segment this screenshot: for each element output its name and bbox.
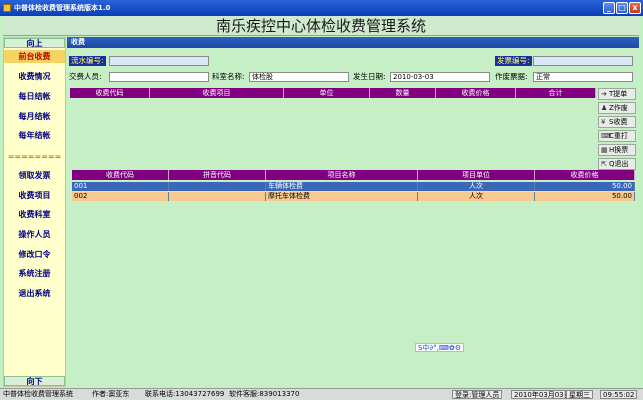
- status-login: 登录:管理人员: [452, 390, 503, 399]
- charge-button[interactable]: ¥ S收费: [598, 116, 636, 128]
- close-button[interactable]: x: [629, 2, 641, 14]
- status-bar: 中普体检收费管理系统 作者:窦亚东 联系电话:13043727699 软件客服:…: [0, 388, 643, 399]
- status-date: 2010年03月03日: [511, 390, 574, 399]
- sidebar-item-invoice[interactable]: 领取发票: [4, 169, 65, 182]
- item-col-name[interactable]: 项目名称: [266, 170, 418, 180]
- sidebar: 向上 ☞ 前台收费 收费情况 每日结帐 每月结帐 每年结帐 ======== 领…: [3, 37, 66, 387]
- panel-title: 收费: [67, 37, 639, 48]
- sidebar-item-operators[interactable]: 操作人员: [4, 228, 65, 241]
- fee-grid-header: 收费代码 收费项目 单位 数量 收费价格 合计: [70, 88, 596, 98]
- dept-field[interactable]: 体检股: [249, 72, 349, 82]
- bill-button[interactable]: ➔ T提单: [598, 88, 636, 100]
- change-ticket-icon: ▦: [601, 146, 608, 154]
- sidebar-item-password[interactable]: 修改口令: [4, 248, 65, 261]
- item-col-pinyin[interactable]: 拼音代码: [169, 170, 266, 180]
- maximize-button[interactable]: □: [616, 2, 628, 14]
- table-row[interactable]: 002 摩托车体检费 人次 50.00: [72, 192, 635, 201]
- table-row[interactable]: 001 车辆体检费 人次 50.00: [72, 182, 635, 191]
- window-titlebar: 中普体检收费管理系统版本1.0 _ □ x: [0, 0, 643, 16]
- app-icon: [3, 4, 11, 12]
- item-col-code[interactable]: 收费代码: [72, 170, 169, 180]
- serial-label: 流水编号:: [69, 56, 106, 66]
- item-pinyin: [169, 182, 266, 191]
- reprint-button[interactable]: ⌨C重打: [598, 130, 636, 142]
- void-button-label: Z作废: [609, 104, 628, 112]
- status-author: 作者:窦亚东: [92, 390, 130, 398]
- item-col-price[interactable]: 收费价格: [535, 170, 635, 180]
- fee-col-code[interactable]: 收费代码: [70, 88, 150, 98]
- status-weekday: 星期三: [566, 390, 593, 399]
- sidebar-item-daily[interactable]: 每日结帐: [4, 90, 65, 103]
- sidebar-item-fee-items[interactable]: 收费项目: [4, 189, 65, 202]
- item-price: 50.00: [535, 192, 635, 201]
- dept-label: 科室名称:: [212, 72, 245, 81]
- status-system-name: 中普体检收费管理系统: [3, 390, 73, 398]
- item-name: 车辆体检费: [266, 182, 418, 191]
- change-ticket-button-label: H换票: [609, 146, 629, 154]
- status-phone: 联系电话:13043727699: [145, 390, 225, 398]
- sidebar-down-button[interactable]: 向下: [4, 376, 65, 386]
- serial-field[interactable]: [109, 56, 209, 66]
- main-panel: 收费 流水编号: 发票编号: 交费人员: 科室名称: 体检股 发生日期: 201…: [67, 37, 639, 387]
- sidebar-item-monthly[interactable]: 每月结帐: [4, 110, 65, 123]
- invoice-label: 发票编号:: [495, 56, 532, 66]
- item-code: 001: [72, 182, 169, 191]
- fee-grid-body[interactable]: [70, 98, 596, 164]
- item-unit: 人次: [418, 192, 535, 201]
- date-field[interactable]: 2010-03-03: [390, 72, 490, 82]
- charge-icon: ¥: [601, 118, 606, 126]
- reprint-button-label: C重打: [609, 132, 628, 140]
- app-banner-title: 南乐疾控中心体检收费管理系统: [3, 16, 639, 36]
- change-ticket-button[interactable]: ▦H换票: [598, 144, 636, 156]
- reprint-icon: ⌨: [601, 132, 612, 140]
- window-title: 中普体检收费管理系统版本1.0: [14, 4, 111, 12]
- charge-button-label: S收费: [609, 118, 628, 126]
- quit-button-label: Q退出: [609, 160, 629, 168]
- sidebar-item-departments[interactable]: 收费科室: [4, 208, 65, 221]
- item-unit: 人次: [418, 182, 535, 191]
- sidebar-item-charges[interactable]: 收费情况: [4, 70, 65, 83]
- minimize-button[interactable]: _: [603, 2, 615, 14]
- sidebar-item-front-desk[interactable]: 前台收费: [4, 50, 65, 63]
- sidebar-item-register[interactable]: 系统注册: [4, 267, 65, 280]
- payer-field[interactable]: [109, 72, 209, 82]
- status-time: 09:55:02: [600, 390, 638, 399]
- void-label: 作废票据:: [495, 72, 528, 81]
- invoice-field[interactable]: [533, 56, 633, 66]
- sidebar-separator: ========: [7, 152, 62, 161]
- item-pinyin: [169, 192, 266, 201]
- void-field[interactable]: 正常: [533, 72, 633, 82]
- item-col-unit[interactable]: 项目单位: [418, 170, 535, 180]
- bill-icon: ➔: [601, 90, 607, 98]
- ime-toolbar[interactable]: S中∂°,⌨✿⚙: [415, 343, 465, 352]
- sidebar-item-yearly[interactable]: 每年结帐: [4, 129, 65, 142]
- sidebar-up-button[interactable]: 向上: [4, 38, 65, 48]
- item-price: 50.00: [535, 182, 635, 191]
- quit-button[interactable]: ⇱ Q退出: [598, 158, 636, 170]
- status-support-qq: 软件客服:839013370: [229, 390, 300, 398]
- void-icon: ♟: [601, 104, 608, 112]
- payer-label: 交费人员:: [69, 72, 102, 81]
- fee-col-total[interactable]: 合计: [516, 88, 596, 98]
- fee-col-price[interactable]: 收费价格: [436, 88, 516, 98]
- bill-button-label: T提单: [609, 90, 628, 98]
- fee-col-qty[interactable]: 数量: [370, 88, 436, 98]
- item-code: 002: [72, 192, 169, 201]
- void-button[interactable]: ♟ Z作废: [598, 102, 636, 114]
- item-name: 摩托车体检费: [266, 192, 418, 201]
- item-grid-header: 收费代码 拼音代码 项目名称 项目单位 收费价格: [72, 170, 635, 180]
- sidebar-item-exit[interactable]: 退出系统: [4, 287, 65, 300]
- quit-icon: ⇱: [601, 160, 607, 168]
- fee-col-unit[interactable]: 单位: [284, 88, 370, 98]
- date-label: 发生日期:: [353, 72, 386, 81]
- fee-col-item[interactable]: 收费项目: [150, 88, 284, 98]
